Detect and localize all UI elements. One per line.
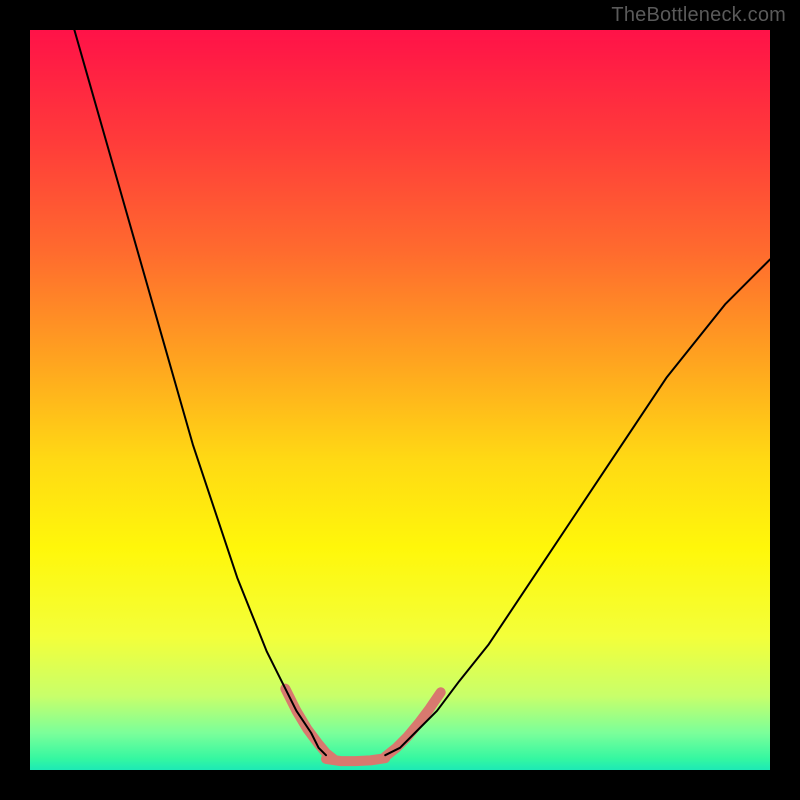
curve-layer xyxy=(30,30,770,770)
chart-root: TheBottleneck.com xyxy=(0,0,800,800)
plot-area xyxy=(30,30,770,770)
right-curve-path xyxy=(385,259,770,755)
valley-highlight-left-path xyxy=(285,689,333,759)
valley-highlight-bottom-path xyxy=(326,758,385,761)
watermark-text: TheBottleneck.com xyxy=(611,4,786,27)
left-curve-path xyxy=(74,30,326,755)
valley-highlight-right-path xyxy=(385,692,441,756)
